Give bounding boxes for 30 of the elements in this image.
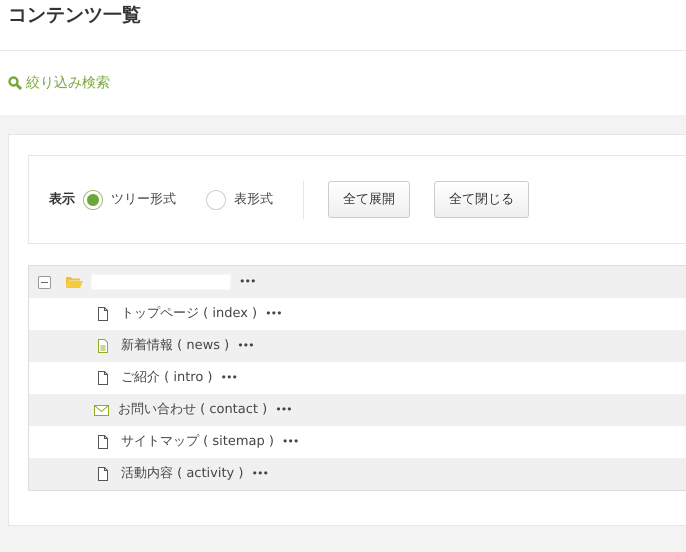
tree-item-label[interactable]: お問い合わせ ( contact ) — [118, 400, 268, 420]
more-menu[interactable]: ••• — [265, 306, 282, 322]
tree-item-label[interactable]: ご紹介 ( intro ) — [121, 368, 213, 388]
more-menu[interactable]: ••• — [220, 370, 237, 386]
more-menu[interactable]: ••• — [239, 274, 256, 290]
page-icon — [97, 307, 109, 321]
radio-label[interactable]: ツリー形式 — [111, 190, 176, 210]
search-icon[interactable] — [8, 76, 22, 90]
page-icon — [97, 435, 109, 449]
tree-item-label[interactable]: 新着情報 ( news ) — [121, 336, 230, 356]
page-title: コンテンツ一覧 — [7, 3, 142, 28]
radio-button[interactable] — [206, 190, 226, 210]
more-menu[interactable]: ••• — [282, 434, 298, 450]
tree-item-label[interactable]: サイトマップ ( sitemap ) — [121, 432, 274, 452]
more-menu[interactable]: ••• — [237, 338, 254, 354]
collapse-toggle-icon[interactable] — [38, 276, 51, 288]
envelope-icon — [94, 403, 109, 417]
folder-icon — [66, 276, 83, 288]
radio-label[interactable]: 表形式 — [234, 190, 273, 210]
more-menu[interactable]: ••• — [251, 466, 268, 482]
toolbar-button[interactable]: 全て閉じる — [434, 180, 529, 218]
more-menu[interactable]: ••• — [275, 402, 292, 418]
page-icon — [97, 371, 109, 385]
tree-item-label[interactable]: 活動内容 ( activity ) — [121, 464, 244, 484]
view-label: 表示 — [49, 190, 75, 209]
toolbar-button[interactable]: 全て展開 — [328, 180, 410, 218]
radio-button[interactable] — [83, 190, 103, 210]
page-icon — [97, 467, 109, 481]
tree-item-label[interactable]: トップページ ( index ) — [121, 304, 258, 324]
document-icon — [97, 339, 109, 353]
